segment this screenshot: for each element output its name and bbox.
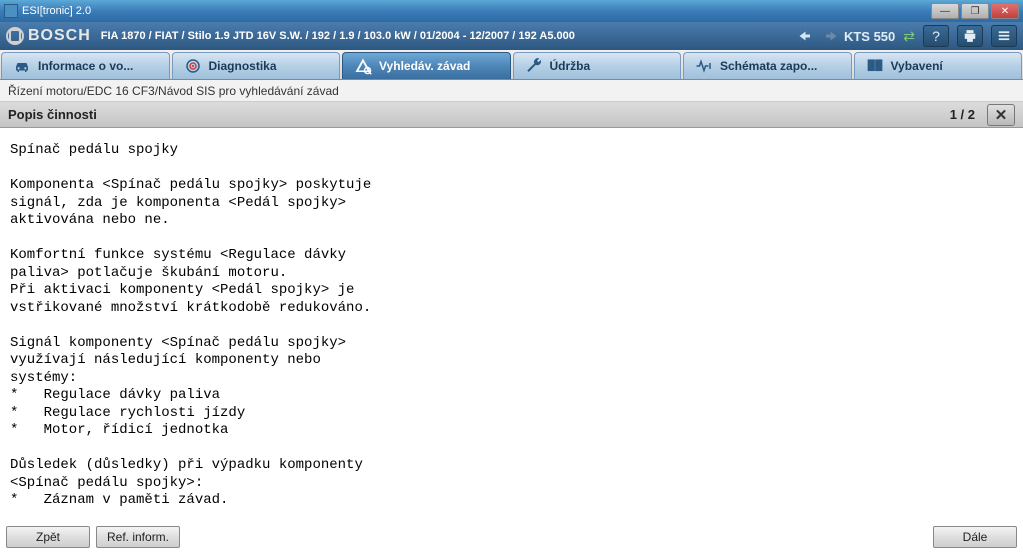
usb-icon: ⇄ — [903, 28, 915, 45]
kts-device-label: KTS 550 — [844, 29, 895, 44]
tab-maintenance[interactable]: Údržba — [513, 52, 682, 79]
breadcrumb: Řízení motoru/EDC 16 CF3/Návod SIS pro v… — [0, 80, 1023, 102]
tab-label: Vybavení — [891, 59, 943, 73]
back-button[interactable]: Zpět — [6, 526, 90, 548]
content-body: Spínač pedálu spojky Komponenta <Spínač … — [0, 128, 1023, 526]
header-right: KTS 550 ⇄ ? — [844, 25, 1017, 47]
tab-label: Informace o vo... — [38, 59, 133, 73]
tab-label: Vyhledáv. závad — [379, 59, 470, 73]
section-title: Popis činnosti — [8, 107, 950, 122]
arrow-right-icon — [822, 27, 842, 45]
arrow-left-icon — [794, 27, 814, 45]
next-button[interactable]: Dále — [933, 526, 1017, 548]
close-section-button[interactable]: ✕ — [987, 104, 1015, 126]
tab-label: Údržba — [550, 59, 591, 73]
menu-button[interactable] — [991, 25, 1017, 47]
history-forward-button[interactable] — [820, 26, 844, 46]
breadcrumb-text: Řízení motoru/EDC 16 CF3/Návod SIS pro v… — [8, 84, 339, 98]
bottom-bar: Zpět Ref. inform. Dále — [0, 526, 1023, 552]
app-header: BOSCH FIA 1870 / FIAT / Stilo 1.9 JTD 16… — [0, 22, 1023, 50]
section-header: Popis činnosti 1 / 2 ✕ — [0, 102, 1023, 128]
car-info-icon — [12, 57, 32, 75]
window-titlebar: ESI[tronic] 2.0 — ❐ ✕ — [0, 0, 1023, 22]
minimize-button[interactable]: — — [931, 3, 959, 19]
printer-icon — [962, 29, 978, 43]
target-icon — [183, 57, 203, 75]
button-label: Zpět — [36, 530, 60, 544]
vehicle-info: FIA 1870 / FIAT / Stilo 1.9 JTD 16V S.W.… — [101, 30, 784, 42]
tab-vehicle-info[interactable]: Informace o vo... — [1, 52, 170, 79]
button-label: Dále — [963, 530, 988, 544]
menu-list-icon — [996, 29, 1012, 43]
button-label: Ref. inform. — [107, 530, 169, 544]
help-button[interactable]: ? — [923, 25, 949, 47]
bosch-logo-icon — [6, 27, 24, 45]
maximize-button[interactable]: ❐ — [961, 3, 989, 19]
history-back-button[interactable] — [792, 26, 816, 46]
tab-label: Diagnostika — [209, 59, 277, 73]
search-fault-icon — [353, 57, 373, 75]
main-tabs: Informace o vo... Diagnostika Vyhledáv. … — [0, 50, 1023, 80]
window-controls: — ❐ ✕ — [931, 3, 1019, 19]
wrench-icon — [524, 57, 544, 75]
tab-equipment[interactable]: Vybavení — [854, 52, 1023, 79]
ref-info-button[interactable]: Ref. inform. — [96, 526, 180, 548]
tab-fault-search[interactable]: Vyhledáv. závad — [342, 52, 511, 79]
bosch-logo: BOSCH — [6, 27, 91, 45]
book-icon — [865, 57, 885, 75]
brand-text: BOSCH — [28, 27, 91, 45]
tab-wiring-diagrams[interactable]: Schémata zapo... — [683, 52, 852, 79]
tab-diagnostics[interactable]: Diagnostika — [172, 52, 341, 79]
app-icon — [4, 4, 18, 18]
print-button[interactable] — [957, 25, 983, 47]
close-window-button[interactable]: ✕ — [991, 3, 1019, 19]
page-indicator: 1 / 2 — [950, 107, 975, 122]
window-title: ESI[tronic] 2.0 — [22, 5, 931, 17]
tab-label: Schémata zapo... — [720, 59, 817, 73]
history-nav — [792, 26, 844, 46]
circuit-icon — [694, 57, 714, 75]
